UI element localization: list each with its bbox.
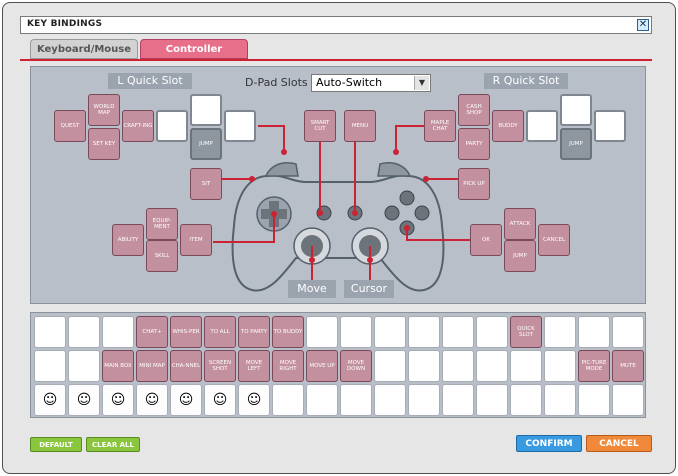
confirm-button[interactable]: CONFIRM [516,435,582,452]
quick-slot-empty[interactable] [526,110,558,142]
emote-icon[interactable]: ☺ [68,384,100,416]
key-move-down[interactable]: Move Down [340,350,372,382]
empty-key-slot[interactable] [612,316,644,348]
r-quick-slot-label: R Quick Slot [484,73,568,89]
empty-key-slot[interactable] [476,350,508,382]
key-world-map[interactable]: World Map [88,94,120,126]
key-cash-shop[interactable]: Cash Shop [458,94,490,126]
key-pick-up[interactable]: Pick Up [458,168,490,200]
key-attack[interactable]: Attack [504,208,536,240]
quick-slot-empty[interactable] [156,110,188,142]
chevron-down-icon[interactable]: ▼ [414,76,429,90]
empty-key-slot[interactable] [34,316,66,348]
empty-key-slot[interactable] [340,316,372,348]
dpad-slots-value: Auto-Switch [316,76,383,89]
dpad-slots-select[interactable]: Auto-Switch ▼ [311,74,431,92]
empty-key-slot[interactable] [544,316,576,348]
empty-key-slot[interactable] [272,384,304,416]
key-menu[interactable]: Menu [344,110,376,142]
empty-key-slot[interactable] [340,384,372,416]
key-jump-r[interactable]: Jump [560,128,592,160]
emote-icon[interactable]: ☺ [204,384,236,416]
quick-slot-empty[interactable] [560,94,592,126]
empty-key-slot[interactable] [578,316,610,348]
key-to-party[interactable]: To Party [238,316,270,348]
key-move-left[interactable]: Move Left [238,350,270,382]
quick-slot-empty[interactable] [594,110,626,142]
empty-key-slot[interactable] [442,384,474,416]
key-move-right[interactable]: Move Right [272,350,304,382]
empty-key-slot[interactable] [68,316,100,348]
key-ok[interactable]: OK [470,224,502,256]
empty-key-slot[interactable] [408,350,440,382]
empty-key-slot[interactable] [374,350,406,382]
empty-key-slot[interactable] [510,350,542,382]
key-item[interactable]: Item [180,224,212,256]
key-quest[interactable]: Quest [54,110,86,142]
default-button[interactable]: DEFAULT [30,437,82,452]
key-crafting[interactable]: Craft-ing [122,110,154,142]
key-jump-l[interactable]: Jump [190,128,222,160]
empty-key-slot[interactable] [612,384,644,416]
key-cha-nnel[interactable]: Cha-nnel [170,350,202,382]
empty-key-slot[interactable] [442,350,474,382]
dpad-slots-label: D-Pad Slots [245,76,308,89]
key-quick-slot[interactable]: Quick Slot [510,316,542,348]
quick-slot-empty[interactable] [224,110,256,142]
quick-slot-empty[interactable] [190,94,222,126]
empty-key-slot[interactable] [476,316,508,348]
key-equipment[interactable]: Equip-ment [146,208,178,240]
empty-key-slot[interactable] [544,384,576,416]
empty-key-slot[interactable] [68,350,100,382]
key-to-buddy[interactable]: To Buddy [272,316,304,348]
key-skill[interactable]: Skill [146,240,178,272]
key-main-box[interactable]: Main Box [102,350,134,382]
emote-icon[interactable]: ☺ [34,384,66,416]
empty-key-slot[interactable] [544,350,576,382]
empty-key-slot[interactable] [408,316,440,348]
empty-key-slot[interactable] [476,384,508,416]
key-mini-map[interactable]: Mini Map [136,350,168,382]
key-ability[interactable]: Ability [112,224,144,256]
empty-key-slot[interactable] [408,384,440,416]
empty-key-slot[interactable] [102,316,134,348]
emote-icon[interactable]: ☺ [170,384,202,416]
l-quick-slot-label: L Quick Slot [108,73,192,89]
emote-icon[interactable]: ☺ [102,384,134,416]
key-sit[interactable]: Sit [190,168,222,200]
empty-key-slot[interactable] [374,316,406,348]
cancel-button[interactable]: CANCEL [586,435,652,452]
empty-key-slot[interactable] [374,384,406,416]
key-move-up[interactable]: Move Up [306,350,338,382]
empty-key-slot[interactable] [578,384,610,416]
key-to-all[interactable]: To All [204,316,236,348]
emote-icon[interactable]: ☺ [136,384,168,416]
key-buddy[interactable]: Buddy [492,110,524,142]
move-label: Move [288,280,336,298]
key-party[interactable]: Party [458,128,490,160]
cursor-label: Cursor [344,280,394,298]
clear-all-button[interactable]: CLEAR ALL [86,437,140,452]
key-chat-[interactable]: Chat+ [136,316,168,348]
empty-key-slot[interactable] [306,316,338,348]
key-set-key[interactable]: Set Key [88,128,120,160]
key-mute[interactable]: Mute [612,350,644,382]
key-cancel[interactable]: Cancel [538,224,570,256]
empty-key-slot[interactable] [510,384,542,416]
emote-icon[interactable]: ☺ [238,384,270,416]
empty-key-slot[interactable] [34,350,66,382]
key-whis-per[interactable]: Whis-per [170,316,202,348]
key-jump-face[interactable]: Jump [504,240,536,272]
key-maple-chat[interactable]: Maple Chat [424,110,456,142]
key-smart-cut[interactable]: Smart Cut [304,110,336,142]
empty-key-slot[interactable] [442,316,474,348]
empty-key-slot[interactable] [306,384,338,416]
key-screen-shot[interactable]: Screen Shot [204,350,236,382]
key-pic-ture-mode[interactable]: Pic-ture Mode [578,350,610,382]
